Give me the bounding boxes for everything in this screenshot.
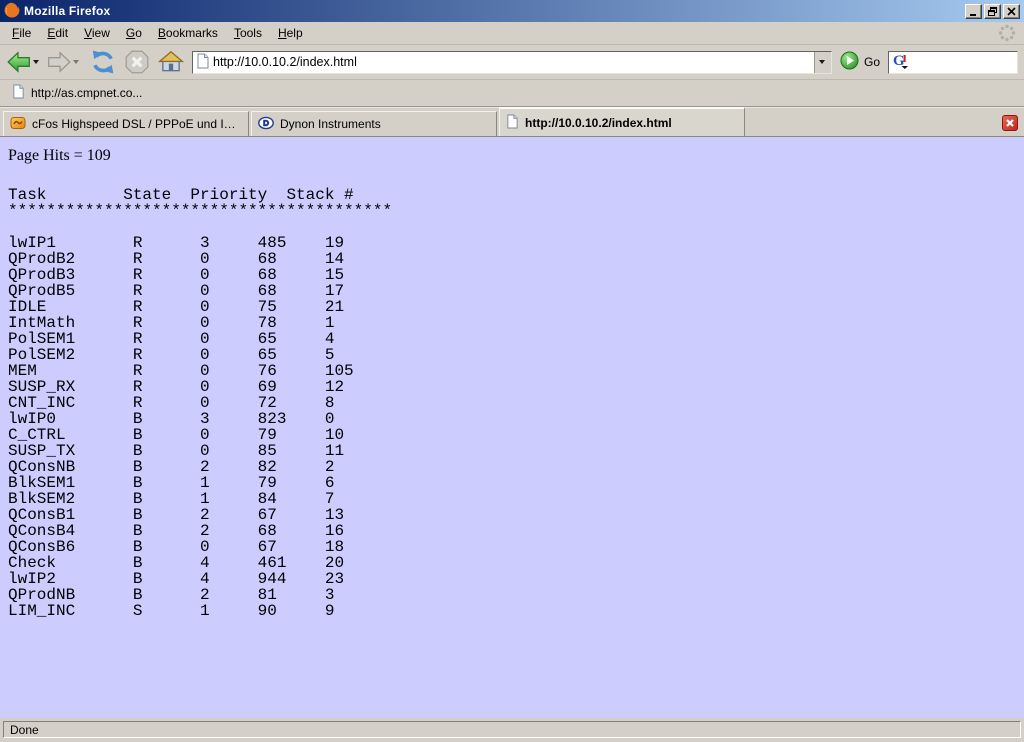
window-title: Mozilla Firefox — [24, 4, 110, 18]
go-label[interactable]: Go — [864, 55, 880, 69]
status-text: Done — [3, 721, 1021, 738]
tab-cfos[interactable]: cFos Highspeed DSL / PPPoE und ISDN CAP.… — [3, 111, 249, 136]
menu-edit[interactable]: Edit — [39, 23, 76, 43]
bookmark-label: http://as.cmpnet.co... — [31, 86, 142, 100]
navigation-toolbar: Go G — [0, 45, 1024, 80]
menu-tools[interactable]: Tools — [226, 23, 270, 43]
throbber-icon — [998, 24, 1016, 42]
bookmark-item[interactable]: http://as.cmpnet.co... — [8, 82, 146, 104]
address-bar — [192, 51, 832, 74]
menubar: File Edit View Go Bookmarks Tools Help — [0, 22, 1024, 45]
google-search-icon[interactable]: G — [892, 52, 909, 72]
url-dropdown-button[interactable] — [814, 52, 831, 73]
tab-label: http://10.0.10.2/index.html — [525, 116, 672, 130]
browser-window: Mozilla Firefox File Edit View Go Bookma — [0, 0, 1024, 742]
page-icon — [196, 53, 210, 72]
close-button[interactable] — [1003, 4, 1020, 19]
search-bar: G — [888, 51, 1018, 74]
menu-file[interactable]: File — [4, 23, 39, 43]
cfos-icon — [10, 115, 26, 134]
restore-button[interactable] — [984, 4, 1001, 19]
menu-help[interactable]: Help — [270, 23, 311, 43]
tab-active-index-page[interactable]: http://10.0.10.2/index.html — [499, 107, 745, 136]
status-bar: Done — [0, 718, 1024, 742]
close-tab-button[interactable] — [1002, 115, 1018, 131]
titlebar: Mozilla Firefox — [0, 0, 1024, 22]
tab-label: Dynon Instruments — [280, 117, 381, 131]
back-button[interactable] — [6, 49, 32, 75]
reload-button[interactable] — [90, 49, 116, 75]
page-icon — [506, 114, 519, 132]
firefox-logo-icon — [4, 2, 20, 21]
search-input[interactable] — [909, 52, 1017, 73]
page-content: Page Hits = 109 Task State Priority Stac… — [0, 137, 1024, 718]
page-icon — [12, 84, 25, 102]
menu-go[interactable]: Go — [118, 23, 150, 43]
task-table: Task State Priority Stack # ************… — [8, 187, 1024, 619]
tab-dynon[interactable]: Dynon Instruments — [251, 111, 497, 136]
stop-button[interactable] — [124, 49, 150, 75]
bookmarks-toolbar: http://as.cmpnet.co... — [0, 80, 1024, 107]
menu-view[interactable]: View — [76, 23, 118, 43]
minimize-button[interactable] — [965, 4, 982, 19]
forward-dropdown-caret[interactable] — [73, 60, 79, 64]
page-hits-text: Page Hits = 109 — [8, 147, 1024, 165]
forward-button[interactable] — [46, 49, 72, 75]
tab-label: cFos Highspeed DSL / PPPoE und ISDN CAP.… — [32, 117, 242, 131]
back-dropdown-caret[interactable] — [33, 60, 39, 64]
go-button[interactable] — [840, 51, 859, 73]
tab-bar: cFos Highspeed DSL / PPPoE und ISDN CAP.… — [0, 107, 1024, 137]
menu-bookmarks[interactable]: Bookmarks — [150, 23, 226, 43]
url-input[interactable] — [210, 52, 814, 73]
dynon-icon — [258, 115, 274, 134]
home-button[interactable] — [158, 49, 184, 75]
